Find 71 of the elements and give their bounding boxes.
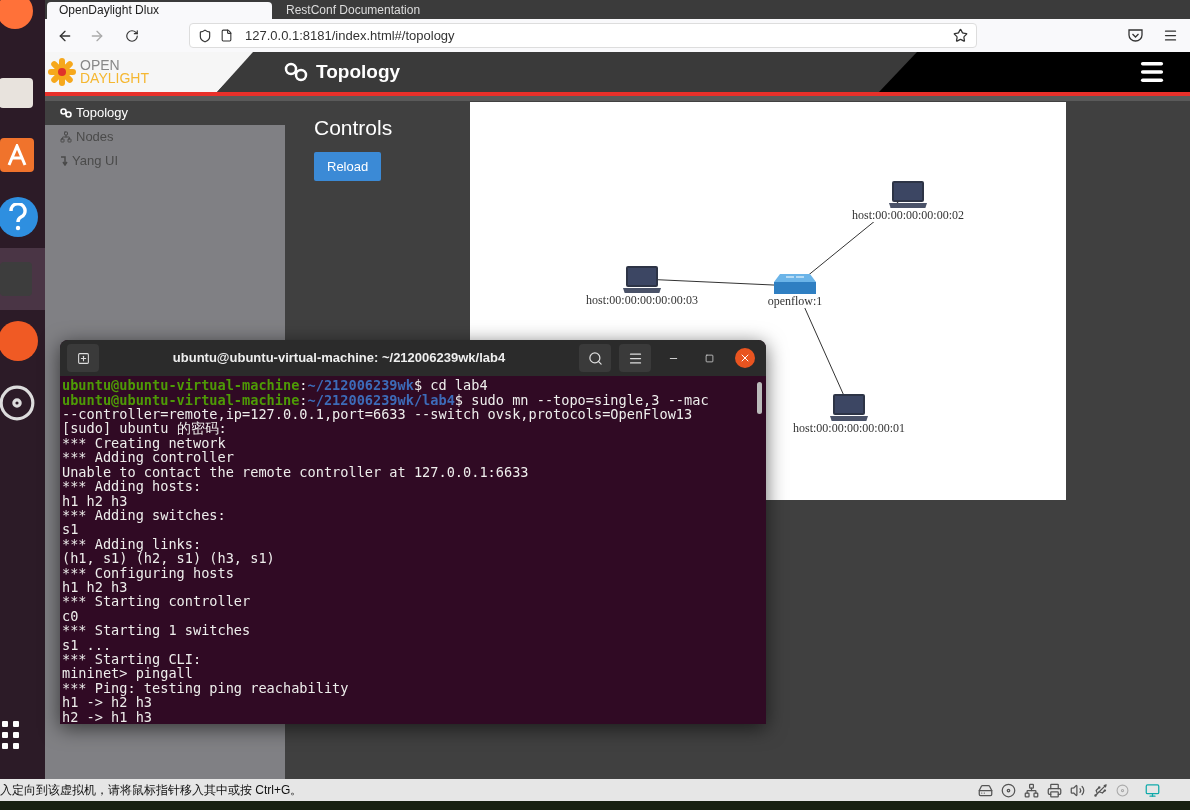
terminal-line: (h1, s1) (h2, s1) (h3, s1): [62, 551, 276, 566]
terminal-line: *** Starting CLI:: [62, 651, 203, 667]
page-title: Topology: [316, 59, 401, 84]
terminal-line: ubuntu@ubuntu-virtual-machine:~/212006239wk$ cd lab4: [62, 378, 489, 393]
link-circles-icon: [60, 108, 72, 118]
hierarchy-icon: [60, 131, 72, 143]
node-label: host:00:00:00:00:00:01: [793, 421, 905, 435]
down-arrow-icon: [60, 156, 68, 166]
terminal-line: --controller=remote,ip=127.0.0.1,port=6633 --switch ovsk,protocols=OpenFlow13: [62, 407, 694, 422]
drive-icon[interactable]: [978, 782, 993, 798]
speaker-icon[interactable]: [1070, 782, 1085, 798]
terminal-line: h1 h2 h3: [62, 493, 128, 508]
network-icon[interactable]: [1024, 782, 1039, 798]
close-button[interactable]: [735, 348, 755, 369]
menu-button[interactable]: [619, 344, 651, 373]
terminal-line: *** Starting controller: [62, 594, 252, 609]
plus-square-icon: [76, 351, 90, 365]
menu-icon[interactable]: [1163, 28, 1178, 43]
logo-text: OPEN: [80, 59, 121, 72]
laptop-icon: [889, 180, 927, 210]
scrollbar-thumb[interactable]: [757, 382, 762, 415]
network-switch-icon: [774, 272, 816, 296]
link-circles-icon: [284, 62, 308, 82]
terminal-line: h2 -> h1 h3: [62, 709, 154, 724]
reload-button[interactable]: Reload: [314, 151, 382, 181]
node-label: host:00:00:00:00:00:02: [852, 208, 964, 222]
terminal-title: ubuntu@ubuntu-virtual-machine: ~/212006239wk/lab4: [171, 349, 507, 368]
new-tab-button[interactable]: [67, 344, 99, 373]
terminal-line: *** Adding controller: [62, 450, 235, 465]
star-icon[interactable]: [953, 28, 968, 43]
pocket-icon[interactable]: [1128, 29, 1143, 42]
terminal-line: mininet> pingall: [62, 666, 193, 681]
usb-icon[interactable]: [1093, 782, 1108, 798]
terminal-line: Unable to contact the remote controller at 127.0.0.1:6633: [62, 464, 530, 480]
terminal-line: *** Ping: testing ping reachability: [62, 680, 350, 696]
terminal-line: *** Adding links:: [62, 536, 203, 552]
laptop-icon: [623, 265, 661, 295]
node-label: host:00:00:00:00:00:03: [586, 293, 698, 307]
terminal-line: *** Starting 1 switches: [62, 623, 252, 638]
app-grid-icon[interactable]: [2, 721, 19, 749]
disc-icon[interactable]: [1001, 782, 1016, 798]
search-icon: [587, 350, 603, 366]
terminal-line: *** Adding switches:: [62, 507, 227, 523]
terminal-line: ubuntu@ubuntu-virtual-machine:~/212006239wk/lab4$ sudo mn --topo=single,3 --mac: [62, 392, 710, 408]
node-label: openflow:1: [767, 294, 823, 308]
menu-icon: [627, 350, 643, 366]
browser-tab[interactable]: OpenDaylight Dlux: [47, 2, 272, 19]
search-button[interactable]: [579, 344, 611, 373]
terminal-line: c0: [62, 608, 80, 624]
sidebar-item[interactable]: Topology: [45, 101, 285, 125]
controls-heading: Controls: [314, 115, 393, 141]
address-bar[interactable]: 127.0.0.1:8181/index.html#/topology: [189, 23, 977, 48]
terminal-line: *** Configuring hosts: [62, 565, 234, 580]
url-text: 127.0.0.1:8181/index.html#/topology: [245, 26, 456, 45]
status-message: 入定向到该虚拟机，请将鼠标指针移入其中或按 Ctrl+G。: [0, 782, 304, 799]
flower-logo-icon: [47, 57, 77, 87]
terminal-line: [sudo] ubuntu 的密码:: [62, 421, 227, 436]
printer-icon[interactable]: [1047, 782, 1062, 798]
maximize-icon: [704, 353, 714, 363]
terminal-line: *** Adding hosts:: [62, 479, 203, 494]
terminal-line: h1 h2 h3: [62, 579, 128, 595]
terminal-line: s1 ...: [62, 637, 112, 652]
page-icon: [220, 29, 233, 42]
terminal-line: h1 -> h2 h3: [62, 695, 153, 710]
shield-icon: [198, 28, 212, 43]
terminal-line: *** Creating network: [62, 435, 226, 451]
laptop-icon: [830, 393, 868, 423]
reload-icon[interactable]: [125, 28, 139, 43]
logo-text: DAYLIGHT: [80, 72, 149, 85]
terminal-line: s1: [62, 522, 80, 537]
browser-tab[interactable]: RestConf Documentation: [274, 2, 499, 19]
